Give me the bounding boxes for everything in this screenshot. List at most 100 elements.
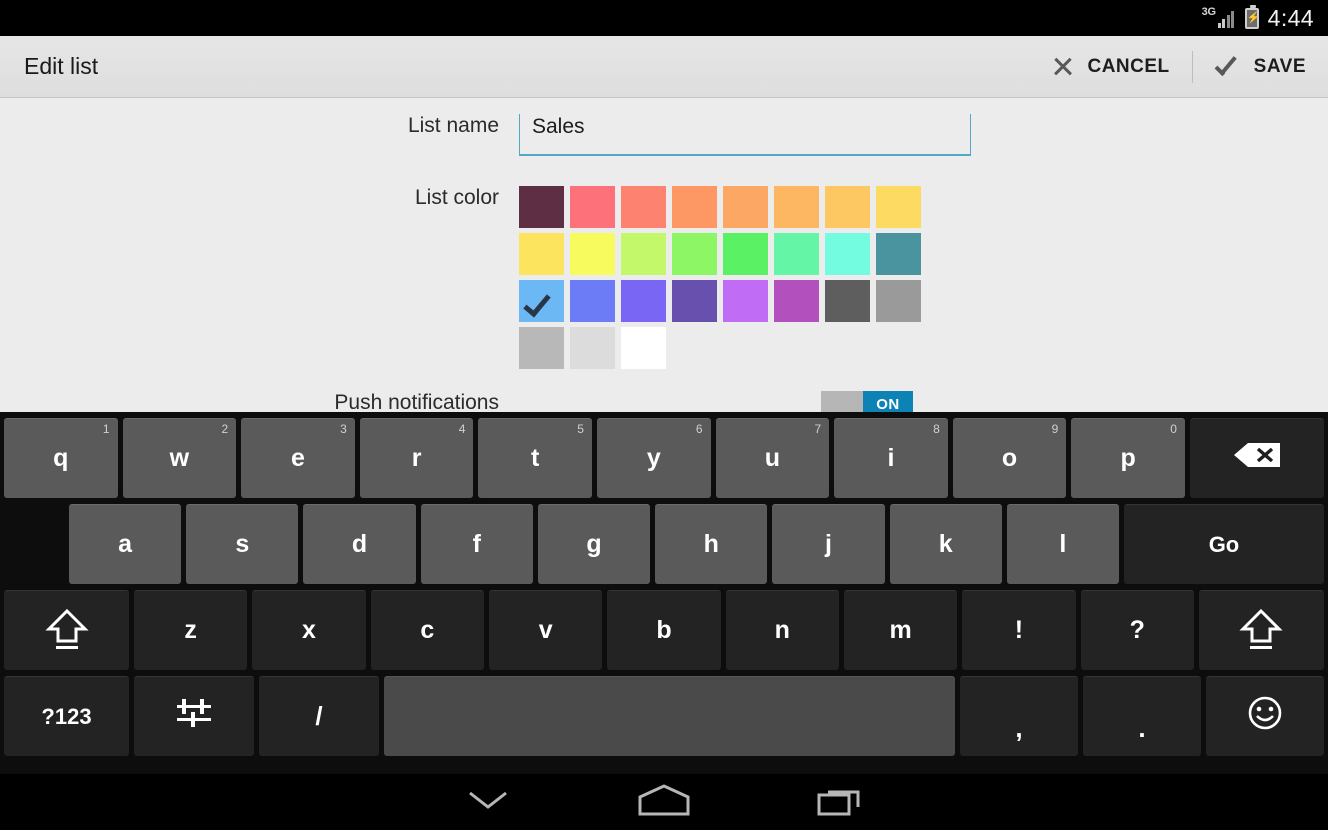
color-swatch[interactable] [519,186,564,228]
key-comma-label: , [1015,713,1023,743]
key-go[interactable]: Go [1123,504,1324,584]
color-swatch[interactable] [570,280,615,322]
key-r[interactable]: r4 [359,418,474,498]
color-swatch[interactable] [519,280,564,322]
color-swatch[interactable] [621,186,666,228]
keyboard-row-2-spacer [4,504,64,584]
key-keyboard-settings[interactable] [134,676,254,756]
key-space[interactable] [384,676,955,756]
edit-list-form: List name List color Push notifications … [0,98,1328,412]
key-h[interactable]: h [655,504,768,584]
color-swatch[interactable] [774,233,819,275]
color-swatch[interactable] [621,280,666,322]
key-symbols[interactable]: ?123 [4,676,129,756]
color-swatch[interactable] [876,233,921,275]
key-n[interactable]: n [725,590,839,670]
key-k[interactable]: k [889,504,1002,584]
color-swatch[interactable] [621,233,666,275]
color-swatch[interactable] [519,233,564,275]
color-swatch[interactable] [672,233,717,275]
color-swatch[interactable] [774,280,819,322]
key-b-label: b [656,616,672,644]
color-swatch[interactable] [672,186,717,228]
color-swatch[interactable] [570,233,615,275]
key-i-label: i [887,444,895,472]
key-z-label: z [184,616,197,644]
key-s[interactable]: s [186,504,299,584]
key-u[interactable]: u7 [715,418,830,498]
key-k-label: k [938,530,953,558]
key-slash[interactable]: / [259,676,379,756]
keyboard-row-3: z x c v b n m!? [4,590,1324,670]
key-exclamation[interactable]: ! [962,590,1076,670]
key-a[interactable]: a [69,504,182,584]
key-p[interactable]: p0 [1071,418,1185,498]
key-l-label: l [1059,530,1067,558]
key-q[interactable]: q1 [4,418,118,498]
color-swatch-grid [519,186,923,369]
home-button[interactable] [576,774,752,830]
key-r-label: r [411,444,422,472]
key-w-label: w [169,444,190,472]
key-shift-left[interactable] [4,590,129,670]
key-g[interactable]: g [537,504,651,584]
color-swatch[interactable] [825,186,870,228]
hide-keyboard-button[interactable] [400,774,576,830]
key-o[interactable]: o9 [952,418,1067,498]
key-comma[interactable]: , [960,676,1078,756]
push-notifications-row: Push notifications ON [0,391,1328,412]
key-m[interactable]: m [843,590,958,670]
toggle-state-label: ON [863,391,913,412]
color-swatch[interactable] [672,280,717,322]
battery-charging-icon [1244,4,1259,29]
color-swatch[interactable] [723,186,768,228]
key-p-label: p [1120,444,1136,472]
color-swatch[interactable] [621,327,666,369]
color-swatch[interactable] [825,280,870,322]
key-d[interactable]: d [303,504,416,584]
key-p-alt-label: 0 [1170,422,1177,436]
key-y-label: y [646,444,661,472]
color-swatch[interactable] [825,233,870,275]
key-shift-right[interactable] [1198,590,1324,670]
key-e-label: e [291,444,305,472]
recent-apps-button[interactable] [752,774,928,830]
color-swatch[interactable] [723,233,768,275]
keyboard-row-4: ?123 /,. [4,676,1324,756]
cancel-button[interactable]: CANCEL [1030,36,1191,97]
key-z[interactable]: z [134,590,248,670]
key-v-label: v [538,616,553,644]
key-t[interactable]: t5 [478,418,592,498]
list-name-input[interactable] [519,114,971,156]
key-t-alt-label: 5 [577,422,584,436]
key-y[interactable]: y6 [596,418,711,498]
color-swatch[interactable] [570,186,615,228]
key-question[interactable]: ? [1080,590,1194,670]
color-swatch[interactable] [876,280,921,322]
key-h-label: h [703,530,719,558]
key-backspace[interactable] [1189,418,1324,498]
navigation-bar [0,774,1328,830]
key-c[interactable]: c [370,590,484,670]
color-swatch[interactable] [519,327,564,369]
key-x[interactable]: x [252,590,366,670]
home-icon [636,783,692,822]
key-i[interactable]: i8 [834,418,948,498]
clock-label: 4:44 [1267,4,1314,31]
color-swatch[interactable] [774,186,819,228]
color-swatch[interactable] [876,186,921,228]
color-swatch[interactable] [570,327,615,369]
key-e[interactable]: e3 [241,418,355,498]
key-v[interactable]: v [488,590,603,670]
key-q-alt-label: 1 [102,422,110,436]
key-f[interactable]: f [420,504,533,584]
color-swatch[interactable] [723,280,768,322]
key-b[interactable]: b [607,590,721,670]
key-period[interactable]: . [1083,676,1201,756]
key-emoji[interactable] [1206,676,1324,756]
key-w[interactable]: w2 [122,418,237,498]
key-l[interactable]: l [1006,504,1119,584]
push-notifications-toggle[interactable]: ON [821,391,913,412]
key-j[interactable]: j [772,504,885,584]
save-button[interactable]: SAVE [1193,36,1328,97]
